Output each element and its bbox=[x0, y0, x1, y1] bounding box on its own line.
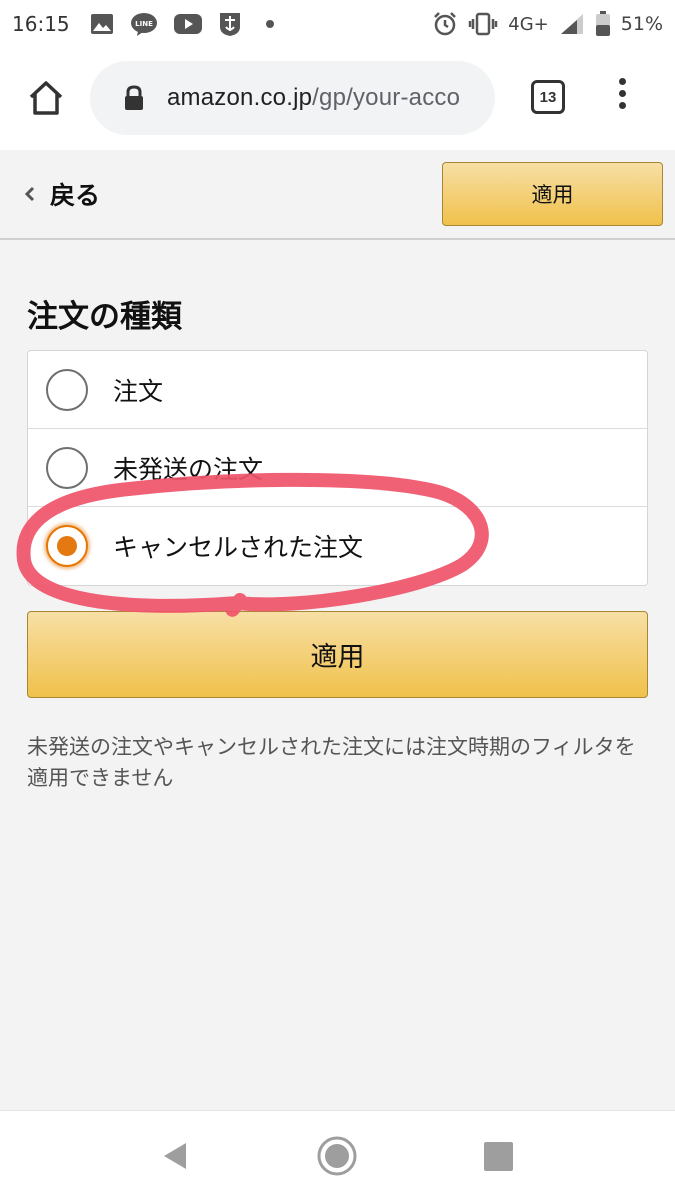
back-link[interactable]: 戻る bbox=[24, 176, 100, 212]
nav-home-icon[interactable] bbox=[316, 1135, 358, 1177]
gallery-icon bbox=[90, 13, 114, 35]
page-header: 戻る 適用 bbox=[0, 150, 675, 240]
apply-button-top[interactable]: 適用 bbox=[442, 162, 663, 226]
tab-switcher-button[interactable]: 13 bbox=[531, 80, 565, 114]
notification-dot bbox=[265, 20, 274, 28]
svg-text:LINE: LINE bbox=[135, 20, 153, 28]
nav-recent-apps-icon[interactable] bbox=[484, 1142, 513, 1171]
status-time: 16:15 bbox=[12, 12, 70, 36]
browser-toolbar: amazon.co.jp/gp/your-acco 13 bbox=[0, 48, 675, 150]
menu-dot-icon bbox=[618, 90, 626, 97]
order-type-title: 注文の種類 bbox=[27, 299, 182, 335]
url-text: amazon.co.jp/gp/your-acco bbox=[167, 84, 460, 112]
game-app-icon bbox=[218, 11, 242, 37]
network-type: 4G+ bbox=[508, 13, 549, 35]
more-menu-button[interactable] bbox=[615, 78, 629, 118]
chevron-left-icon bbox=[24, 186, 35, 202]
address-bar[interactable]: amazon.co.jp/gp/your-acco bbox=[90, 61, 495, 135]
system-nav-bar bbox=[0, 1110, 675, 1200]
option-unshipped-orders[interactable]: 未発送の注文 bbox=[28, 429, 647, 507]
alarm-icon bbox=[432, 11, 458, 37]
apply-button[interactable]: 適用 bbox=[27, 611, 648, 698]
line-app-icon: LINE bbox=[130, 12, 158, 36]
radio-button-selected[interactable] bbox=[46, 525, 88, 567]
battery-percent: 51% bbox=[620, 13, 663, 35]
radio-button[interactable] bbox=[46, 446, 88, 489]
back-label: 戻る bbox=[50, 181, 101, 210]
status-bar: 16:15 LINE 4G+ 51% bbox=[0, 0, 675, 48]
order-type-options: 注文 未発送の注文 キャンセルされた注文 bbox=[27, 350, 648, 586]
option-label: 未発送の注文 bbox=[113, 454, 264, 484]
option-orders[interactable]: 注文 bbox=[28, 351, 647, 429]
option-cancelled-orders[interactable]: キャンセルされた注文 bbox=[28, 507, 647, 585]
option-label: キャンセルされた注文 bbox=[113, 533, 364, 562]
home-icon bbox=[29, 81, 63, 115]
url-path: /gp/your-acco bbox=[312, 84, 461, 111]
nav-back-icon[interactable] bbox=[159, 1140, 191, 1172]
url-domain: amazon.co.jp bbox=[167, 84, 313, 111]
home-button[interactable] bbox=[26, 78, 66, 118]
menu-dot-icon bbox=[618, 78, 626, 85]
signal-icon bbox=[559, 12, 585, 36]
filter-note: 未発送の注文やキャンセルされた注文には注文時期のフィルタを適用できません bbox=[27, 735, 636, 790]
battery-icon bbox=[595, 11, 611, 37]
menu-dot-icon bbox=[618, 102, 626, 109]
youtube-icon bbox=[173, 13, 202, 35]
option-label: 注文 bbox=[113, 376, 164, 406]
radio-button[interactable] bbox=[46, 368, 88, 411]
vibrate-icon bbox=[468, 12, 498, 36]
lock-icon bbox=[125, 85, 143, 110]
